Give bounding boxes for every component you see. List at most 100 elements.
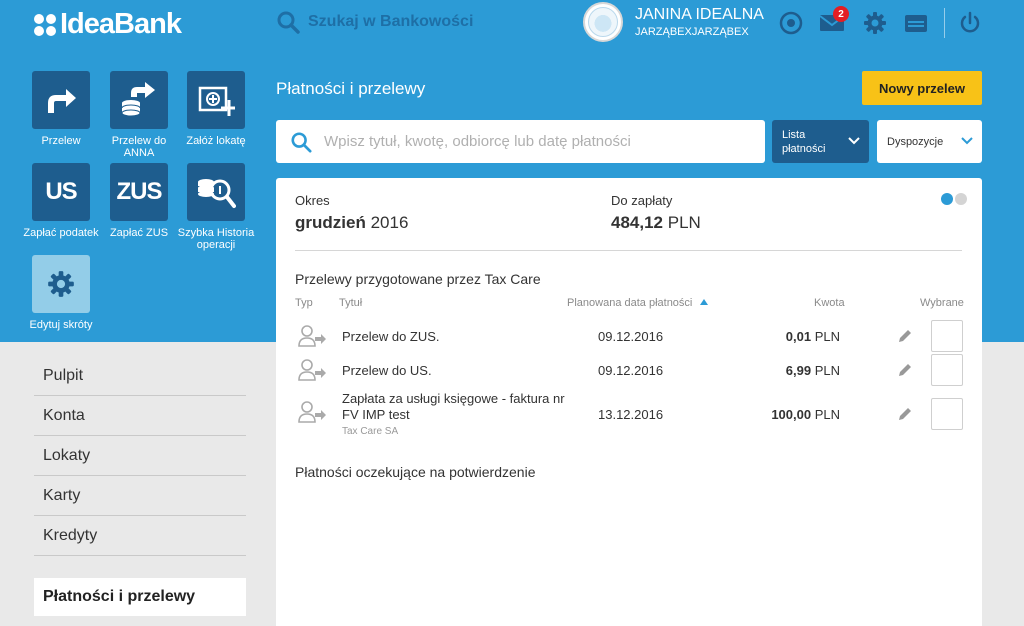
row-amount: 6,99 PLN [786,363,840,378]
page-title: Płatności i przelewy [276,79,426,98]
global-search-button[interactable]: Szukaj w Bankowości [276,10,473,34]
shortcut-pay-zus[interactable]: ZUS Zapłać ZUS [100,163,178,239]
pencil-icon[interactable] [897,328,913,344]
payments-search-input[interactable] [324,133,744,150]
shortcut-label: Załóż lokatę [186,135,246,147]
payments-panel: Okres grudzień 2016 Do zapłaty 484,12 PL… [276,178,982,626]
row-amount-value: 0,01 [785,329,812,344]
person-transfer-icon [298,325,326,347]
shortcut-label: Przelew do ANNA WARDEDWARD [111,135,167,159]
zus-icon: ZUS [110,163,168,221]
search-icon [277,11,300,34]
period-value: grudzień 2016 [295,213,408,233]
target-icon[interactable] [778,10,804,36]
new-transfer-button[interactable]: Nowy przelew [862,71,982,105]
carousel-dot[interactable] [955,193,967,205]
due-amount-value: 484,12 [611,213,663,232]
shortcut-edit[interactable]: Edytuj skróty [22,255,100,331]
row-select-checkbox[interactable] [931,398,963,430]
header-divider [944,8,945,38]
row-title: Zapłata za usługi księgowe - faktura nr … [342,391,565,422]
due-label: Do zapłaty [611,193,673,208]
shortcut-label: Zapłać podatek [23,227,99,239]
sidebar-item-deposits[interactable]: Lokaty [34,436,246,476]
column-amount: Kwota [814,297,845,309]
row-subtitle: Tax Care SA [342,426,399,437]
gear-icon [32,255,90,313]
shortcut-label: Zapłać ZUS [109,227,169,239]
coins-search-icon [187,163,245,221]
row-currency: PLN [814,407,840,422]
pencil-icon[interactable] [897,362,913,378]
payment-list-dropdown[interactable]: Lista płatności [772,120,869,163]
sidebar-item-dashboard[interactable]: Pulpit [34,356,246,396]
sidebar-item-payments[interactable]: Płatności i przelewy [34,578,246,616]
period-label: Okres [295,193,330,208]
user-login: JARZĄBEXJARZĄBEX [635,26,749,38]
row-amount-value: 100,00 [771,407,812,422]
user-profile[interactable]: JANINA IDEALNA JARZĄBEXJARZĄBEX [583,2,764,42]
sidebar-item-cards[interactable]: Karty [34,476,246,516]
row-title: Przelew do US. [342,363,432,378]
chevron-down-icon [961,137,973,145]
shortcut-label: Szybka Historia operacji [177,227,255,251]
person-transfer-icon [298,359,326,381]
sort-asc-icon [700,299,709,305]
chevron-down-icon [848,137,860,145]
shortcut-transfer[interactable]: Przelew [22,71,100,147]
row-select-checkbox[interactable] [931,354,963,386]
gear-icon[interactable] [862,10,888,36]
pencil-icon[interactable] [897,406,913,422]
period-month: grudzień [295,213,366,232]
payment-list-label: Lista płatności [782,129,826,155]
person-transfer-icon [298,401,326,423]
shortcut-transfer-to[interactable]: Przelew do ANNA WARDEDWARD [100,71,178,159]
row-amount: 100,00 PLN [771,407,840,422]
row-currency: PLN [814,329,840,344]
us-icon: US [32,163,90,221]
period-year: 2016 [370,213,409,232]
logo-text: IdeaBank [60,8,182,40]
drawer-icon[interactable] [903,10,929,36]
messages-badge: 2 [833,6,849,22]
row-title: Przelew do ZUS. [342,329,440,344]
row-amount: 0,01 PLN [786,329,840,344]
section-pending-title: Płatności oczekujące na potwierdzenie [295,464,536,480]
sidebar-nav: Pulpit Konta Lokaty Karty Kredyty [34,356,246,556]
due-currency: PLN [667,213,701,232]
section-taxcare-title: Przelewy przygotowane przez Tax Care [295,271,541,287]
logo-dots-icon [34,13,56,36]
column-date: Planowana data płatności [567,297,693,309]
dispositions-dropdown[interactable]: Dyspozycje [877,120,982,163]
bank-logo[interactable]: IdeaBank [34,8,182,41]
shortcut-quick-history[interactable]: Szybka Historia operacji [177,163,255,251]
column-selected: Wybrane [920,297,964,309]
row-date: 13.12.2016 [598,407,664,422]
column-date-sort[interactable]: Planowana data płatności [567,297,709,309]
carousel-dots [939,193,967,205]
shortcut-open-deposit[interactable]: Załóż lokatę [177,71,255,147]
row-amount-value: 6,99 [785,363,812,378]
shortcut-pay-tax[interactable]: US Zapłać podatek [22,163,100,239]
shortcut-label: Przelew [41,135,81,147]
sidebar-item-accounts[interactable]: Konta [34,396,246,436]
shortcut-label: Edytuj skróty [29,319,93,331]
mail-icon[interactable]: 2 [819,6,849,36]
row-date: 09.12.2016 [598,329,664,344]
transfer-icon [32,71,90,129]
row-select-checkbox[interactable] [931,320,963,352]
row-currency: PLN [814,363,840,378]
power-icon[interactable] [957,10,983,36]
due-amount: 484,12 PLN [611,213,701,233]
carousel-dot-active[interactable] [941,193,953,205]
top-bar: IdeaBank Szukaj w Bankowości JANINA IDEA… [0,0,1024,48]
global-search-label: Szukaj w Bankowości [308,13,474,30]
column-type: Typ [295,297,313,309]
payments-search [276,120,765,163]
dispositions-label: Dyspozycje [887,136,944,148]
user-name: JANINA IDEALNA [635,6,764,23]
row-date: 09.12.2016 [598,363,664,378]
sidebar-item-loans[interactable]: Kredyty [34,516,246,556]
avatar [583,2,623,42]
transfer-coins-icon [110,71,168,129]
